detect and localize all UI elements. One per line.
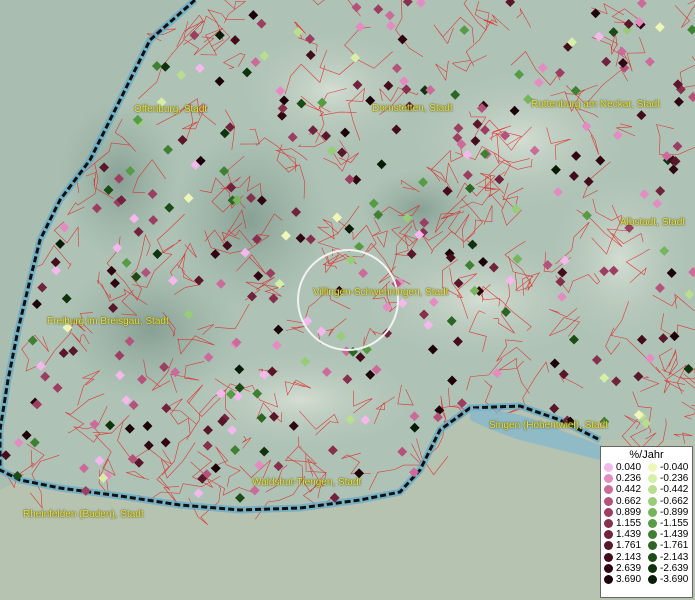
label-offenburg: Offenburg, Stadt: [134, 104, 208, 115]
legend-entry: -3.690: [648, 574, 692, 585]
legend-label: 2.143: [616, 551, 642, 563]
legend-swatch: [648, 519, 657, 529]
legend-entry: -1.155: [648, 518, 692, 529]
legend-label: 1.761: [616, 540, 642, 552]
label-dornstetten: Dornstetten, Stadt: [372, 103, 453, 114]
legend-swatch: [604, 507, 613, 517]
legend-entry: -1.439: [648, 529, 692, 540]
legend-entry: -0.442: [648, 484, 692, 495]
legend-swatch: [648, 463, 657, 473]
label-singen: Singen (Hohentwiel), Stadt: [489, 420, 608, 431]
label-waldshut-tiengen: Waldshut-Tiengen, Stadt: [252, 477, 362, 488]
legend-label: 0.040: [616, 462, 642, 473]
legend-entry: 0.899: [604, 507, 648, 518]
legend-swatch: [604, 485, 613, 495]
legend-negative-column: -0.040 -0.236 -0.442 -0.662 -0.899 -1.155 -1.4…: [648, 462, 692, 585]
legend-label: 0.442: [616, 484, 642, 496]
legend-label: 0.899: [616, 506, 642, 518]
legend-swatch: [604, 530, 613, 540]
legend-swatch: [604, 552, 613, 562]
legend-entry: -0.899: [648, 507, 692, 518]
legend-label: -0.662: [660, 495, 689, 507]
legend-entry: 2.639: [604, 563, 648, 574]
legend-swatch: [648, 485, 657, 495]
legend-entry: 0.040: [604, 462, 648, 473]
legend-label: -0.442: [660, 484, 689, 496]
legend-entry: 0.442: [604, 484, 648, 495]
legend-positive-column: 0.040 0.236 0.442 0.662 0.899 1.155 1.439 1.761…: [604, 462, 648, 585]
legend-entry: 0.236: [604, 473, 648, 484]
legend-entry: -0.236: [648, 473, 692, 484]
legend-swatch: [648, 507, 657, 517]
legend-label: -0.236: [660, 473, 689, 485]
legend-swatch: [604, 519, 613, 529]
legend-entry: -2.639: [648, 563, 692, 574]
legend-label: 1.155: [616, 517, 642, 529]
legend-swatch: [648, 530, 657, 540]
legend-label: -1.439: [660, 529, 689, 541]
legend-swatch: [604, 496, 613, 506]
legend: %/Jahr 0.040 0.236 0.442 0.662 0.899 1.155 1.4…: [600, 446, 693, 598]
legend-label: -0.040: [660, 462, 689, 473]
legend-entry: -2.143: [648, 552, 692, 563]
legend-swatch: [604, 541, 613, 551]
label-villingen-schwenningen: Villingen-Schwenningen, Stadt: [313, 287, 449, 298]
legend-swatch: [604, 474, 613, 484]
legend-entry: -1.761: [648, 540, 692, 551]
legend-entry: 0.662: [604, 496, 648, 507]
label-rheinfelden: Rheinfelden (Baden), Stadt: [23, 509, 144, 520]
map-view[interactable]: Offenburg, Stadt Dornstetten, Stadt Rott…: [0, 0, 695, 600]
legend-entry: 2.143: [604, 552, 648, 563]
legend-entry: 1.439: [604, 529, 648, 540]
legend-swatch: [648, 541, 657, 551]
legend-label: 0.662: [616, 495, 642, 507]
legend-swatch: [648, 563, 657, 573]
legend-label: -2.143: [660, 551, 689, 563]
legend-label: 0.236: [616, 473, 642, 485]
legend-label: -1.155: [660, 517, 689, 529]
legend-swatch: [648, 474, 657, 484]
legend-swatch: [604, 563, 613, 573]
label-rottenburg: Rottenburg am Neckar, Stadt: [531, 99, 660, 110]
legend-entry: -0.662: [648, 496, 692, 507]
legend-label: -1.761: [660, 540, 689, 552]
label-albstadt: Albstadt, Stadt: [620, 217, 686, 228]
legend-swatch: [648, 552, 657, 562]
legend-title: %/Jahr: [629, 449, 664, 461]
legend-swatch: [648, 574, 657, 584]
legend-label: 3.690: [616, 573, 642, 585]
legend-label: -0.899: [660, 506, 689, 518]
legend-entry: 3.690: [604, 574, 648, 585]
legend-entry: 1.155: [604, 518, 648, 529]
legend-label: 2.639: [616, 562, 642, 574]
legend-swatch: [604, 463, 613, 473]
legend-label: -2.639: [660, 562, 689, 574]
legend-label: -3.690: [660, 573, 689, 585]
legend-entry: -0.040: [648, 462, 692, 473]
legend-swatch: [604, 574, 613, 584]
legend-label: 1.439: [616, 529, 642, 541]
label-freiburg: Freiburg im Breisgau, Stadt: [47, 316, 169, 327]
legend-swatch: [648, 496, 657, 506]
legend-entry: 1.761: [604, 540, 648, 551]
